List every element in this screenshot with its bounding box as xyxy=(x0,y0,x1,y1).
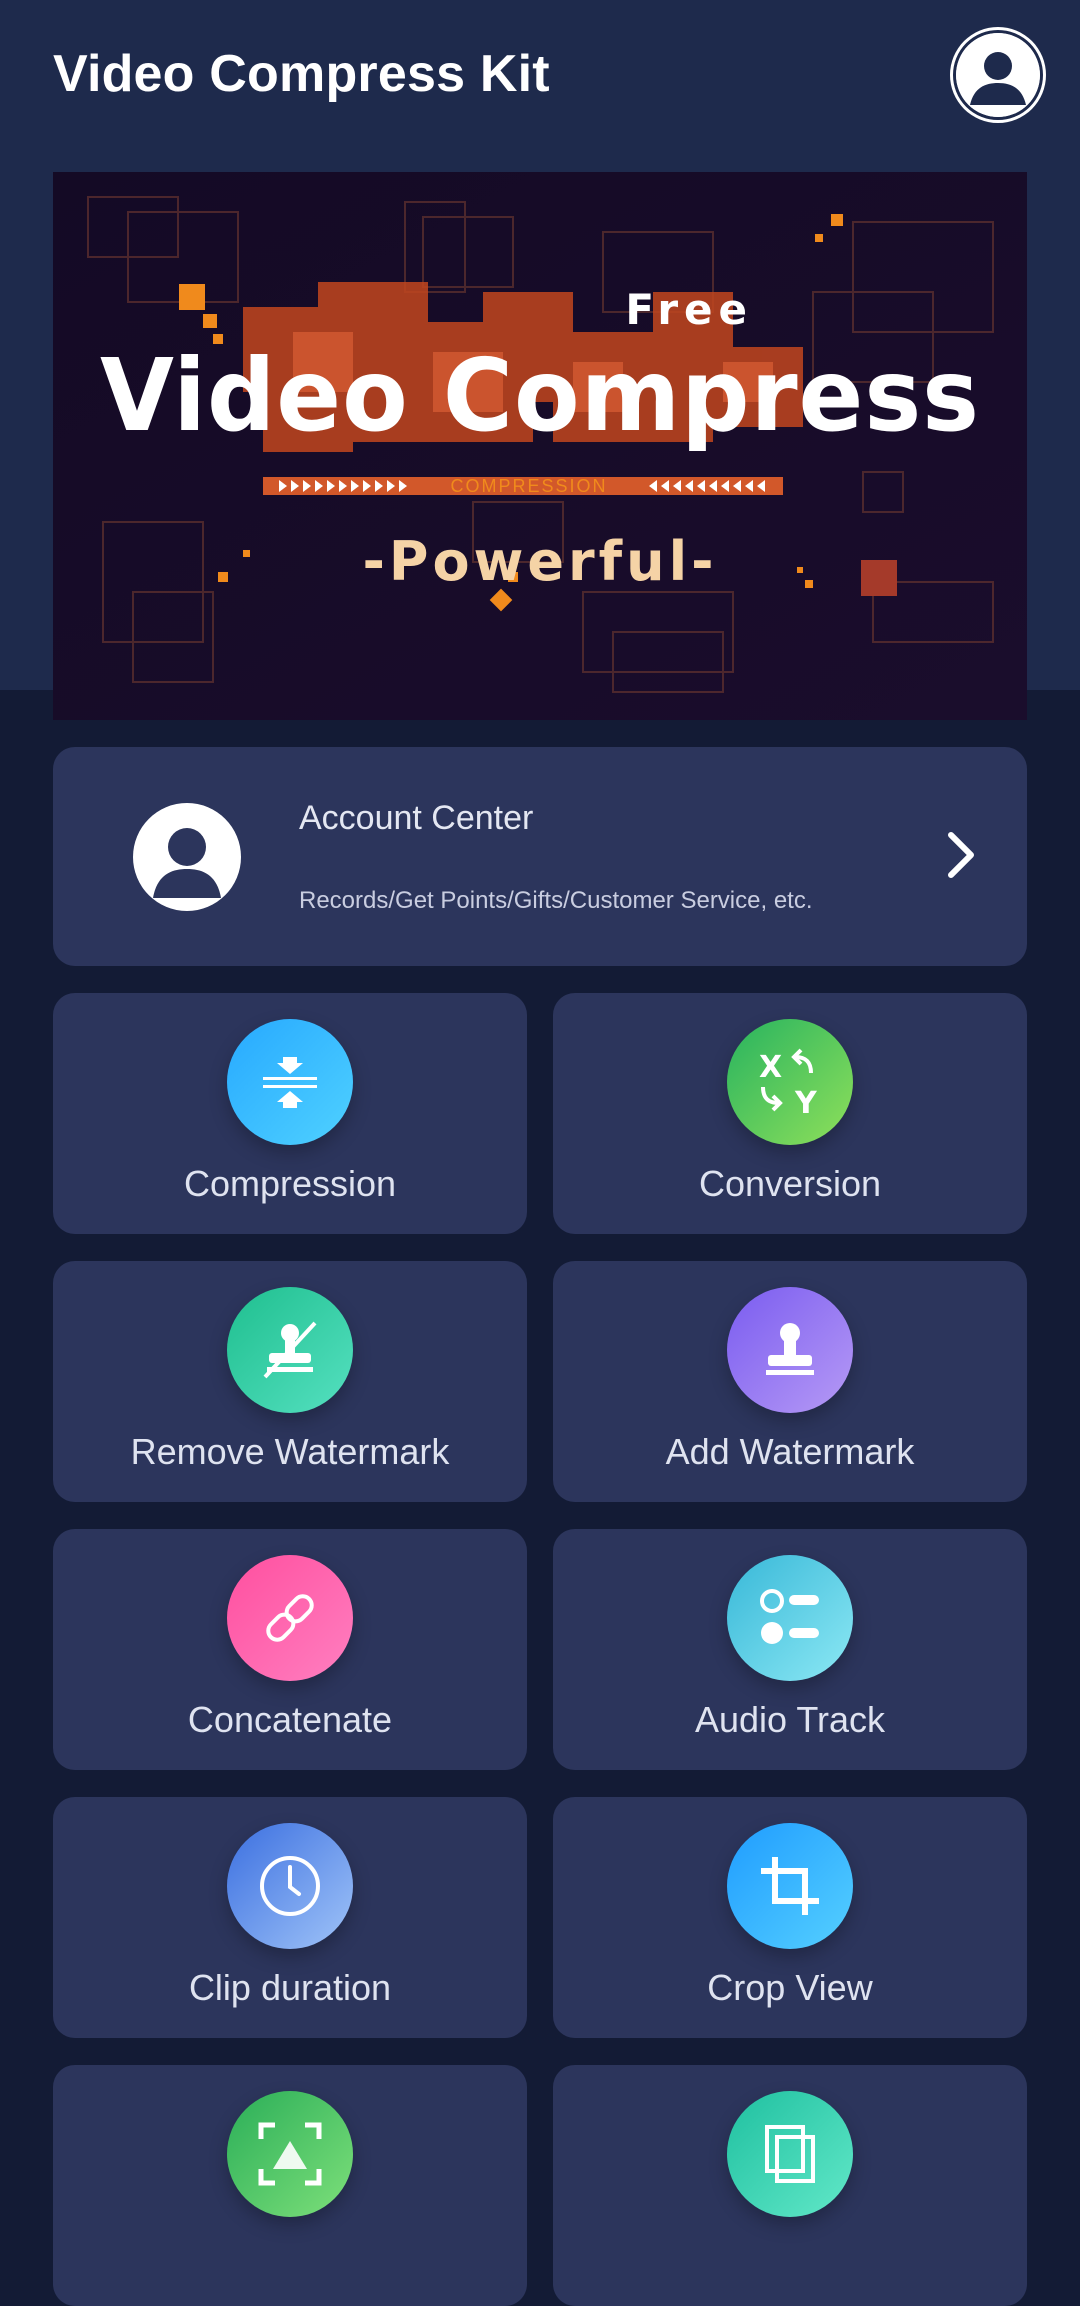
chevron-right-icon xyxy=(948,832,974,878)
account-center-subtitle: Records/Get Points/Gifts/Customer Servic… xyxy=(299,887,813,914)
tile-label: Remove Watermark xyxy=(130,1431,450,1472)
tile-audio-track[interactable]: Audio Track xyxy=(553,1529,1027,1770)
tile-scan[interactable] xyxy=(53,2065,527,2306)
account-center-title: Account Center xyxy=(299,799,534,837)
crop-icon xyxy=(727,1823,853,1949)
remove-watermark-icon xyxy=(227,1287,353,1413)
tile-label: Audio Track xyxy=(694,1699,886,1740)
tile-label: Conversion xyxy=(698,1163,882,1204)
convert-icon: X Y xyxy=(727,1019,853,1145)
clock-icon xyxy=(227,1823,353,1949)
svg-text:Y: Y xyxy=(794,1086,818,1119)
banner-tagline: -Powerful- xyxy=(362,530,717,593)
app-title: Video Compress Kit xyxy=(53,45,550,103)
banner-compression-text: COMPRESSION xyxy=(450,476,607,496)
svg-text:X: X xyxy=(759,1050,782,1085)
stamp-icon xyxy=(727,1287,853,1413)
banner-headline: Video Compress xyxy=(100,337,980,454)
link-icon xyxy=(227,1555,353,1681)
tile-conversion[interactable]: X Y Conversion xyxy=(553,993,1027,1234)
tile-crop-view[interactable]: Crop View xyxy=(553,1797,1027,2038)
audio-track-icon xyxy=(727,1555,853,1681)
copy-layers-icon xyxy=(727,2091,853,2217)
tile-label: Add Watermark xyxy=(665,1431,915,1472)
tile-label: Clip duration xyxy=(188,1967,392,2008)
tile-label: Concatenate xyxy=(187,1699,393,1740)
tile-label: Compression xyxy=(183,1163,397,1204)
promo-banner[interactable]: COMPRESSION Free Video Compress -Powerfu… xyxy=(53,172,1027,720)
tile-concatenate[interactable]: Concatenate xyxy=(53,1529,527,1770)
tile-copy-layers[interactable] xyxy=(553,2065,1027,2306)
tile-remove-watermark[interactable]: Remove Watermark xyxy=(53,1261,527,1502)
user-avatar-icon xyxy=(956,33,1040,117)
profile-button[interactable] xyxy=(953,30,1043,120)
account-center-card[interactable]: Account Center Records/Get Points/Gifts/… xyxy=(53,747,1027,966)
banner-free-text: Free xyxy=(625,285,753,334)
compress-icon xyxy=(227,1019,353,1145)
tile-compression[interactable]: Compression xyxy=(53,993,527,1234)
tile-clip-duration[interactable]: Clip duration xyxy=(53,1797,527,2038)
tile-add-watermark[interactable]: Add Watermark xyxy=(553,1261,1027,1502)
tile-label: Crop View xyxy=(707,1967,873,2008)
user-avatar-icon xyxy=(133,803,241,911)
scan-frame-icon xyxy=(227,2091,353,2217)
